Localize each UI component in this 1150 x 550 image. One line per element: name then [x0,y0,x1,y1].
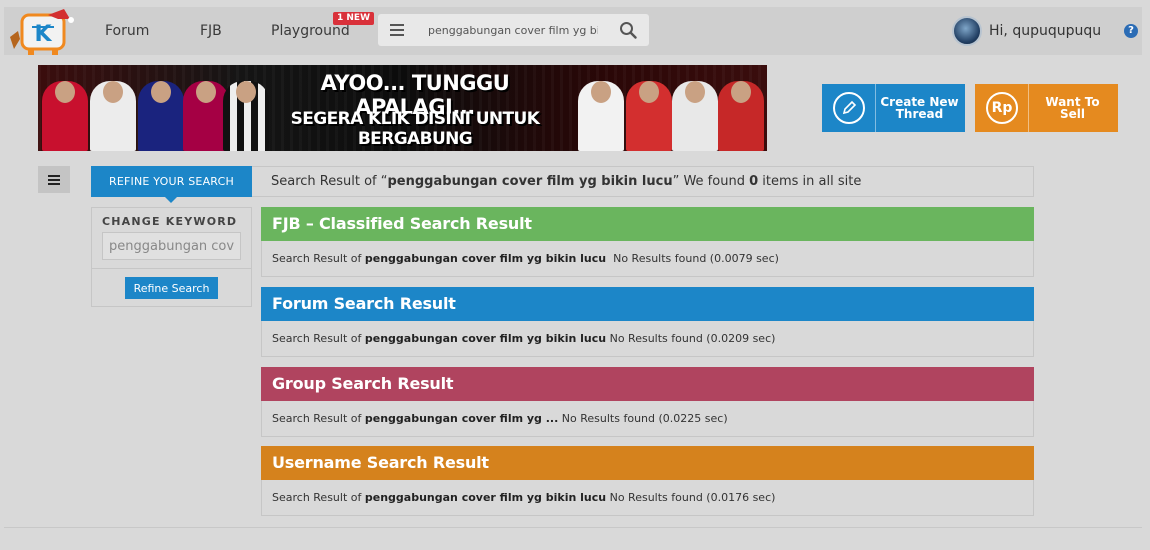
tab-refine-your-search[interactable]: REFINE YOUR SEARCH [91,166,252,203]
section-body: Search Result of penggabungan cover film… [261,321,1034,357]
player-figure [672,81,718,151]
keyword-input[interactable] [102,232,241,260]
player-figure [42,81,88,151]
search-bar [378,14,649,46]
create-new-thread-button[interactable]: Create New Thread [822,84,965,132]
section-body: Search Result of penggabungan cover film… [261,241,1034,277]
player-figure [626,81,672,151]
search-icon[interactable] [619,21,637,39]
want-to-sell-label: Want To Sell [1045,95,1100,121]
sidebar-toggle-menu-icon[interactable] [38,166,70,193]
change-keyword-label: CHANGE KEYWORD [102,215,238,228]
nav-forum[interactable]: Forum [105,7,149,55]
rupiah-icon: Rp [986,92,1018,124]
new-badge: 1 NEW [333,12,375,25]
banner-subheadline: SEGERA KLIK DISINI UNTUK BERGABUNG [290,109,540,149]
svg-text:K: K [34,22,52,47]
username-section: Username Search Result Search Result of … [261,446,1034,516]
page-bottom-divider [4,527,1142,528]
player-figure [578,81,624,151]
player-figure [138,81,184,151]
section-title[interactable]: Forum Search Result [261,287,1034,321]
want-to-sell-button[interactable]: Rp Want To Sell [975,84,1118,132]
player-figure [223,81,269,151]
group-section: Group Search Result Search Result of pen… [261,367,1034,437]
kaskus-logo[interactable]: K [8,9,76,57]
summary-query: penggabungan cover film yg bikin lucu [387,174,673,189]
promo-banner[interactable]: AYOO... TUNGGU APALAGI... SEGERA KLIK DI… [38,65,767,151]
pencil-icon [833,92,865,124]
user-avatar[interactable] [952,16,982,46]
section-title[interactable]: Group Search Result [261,367,1034,401]
forum-section: Forum Search Result Search Result of pen… [261,287,1034,357]
summary-count: 0 [749,174,759,189]
nav-fjb[interactable]: FJB [200,7,222,55]
section-title[interactable]: FJB – Classified Search Result [261,207,1034,241]
search-input[interactable] [428,20,598,40]
search-result-summary: Search Result of “penggabungan cover fil… [252,166,1034,197]
section-body: Search Result of penggabungan cover film… [261,480,1034,516]
hamburger-menu-icon[interactable] [390,24,404,36]
help-icon[interactable]: ? [1124,24,1138,38]
user-greeting[interactable]: Hi, qupuqupuqu [989,7,1101,55]
player-figure [718,81,764,151]
fjb-classified-section: FJB – Classified Search Result Search Re… [261,207,1034,277]
refine-panel: CHANGE KEYWORD Refine Search [91,207,252,307]
create-new-thread-label: Create New Thread [880,95,959,121]
section-title[interactable]: Username Search Result [261,446,1034,480]
top-navbar: K Forum FJB Playground 1 NEW Hi, qupuqup… [4,7,1142,55]
section-body: Search Result of penggabungan cover film… [261,401,1034,437]
player-figure [90,81,136,151]
refine-search-button[interactable]: Refine Search [125,277,218,299]
